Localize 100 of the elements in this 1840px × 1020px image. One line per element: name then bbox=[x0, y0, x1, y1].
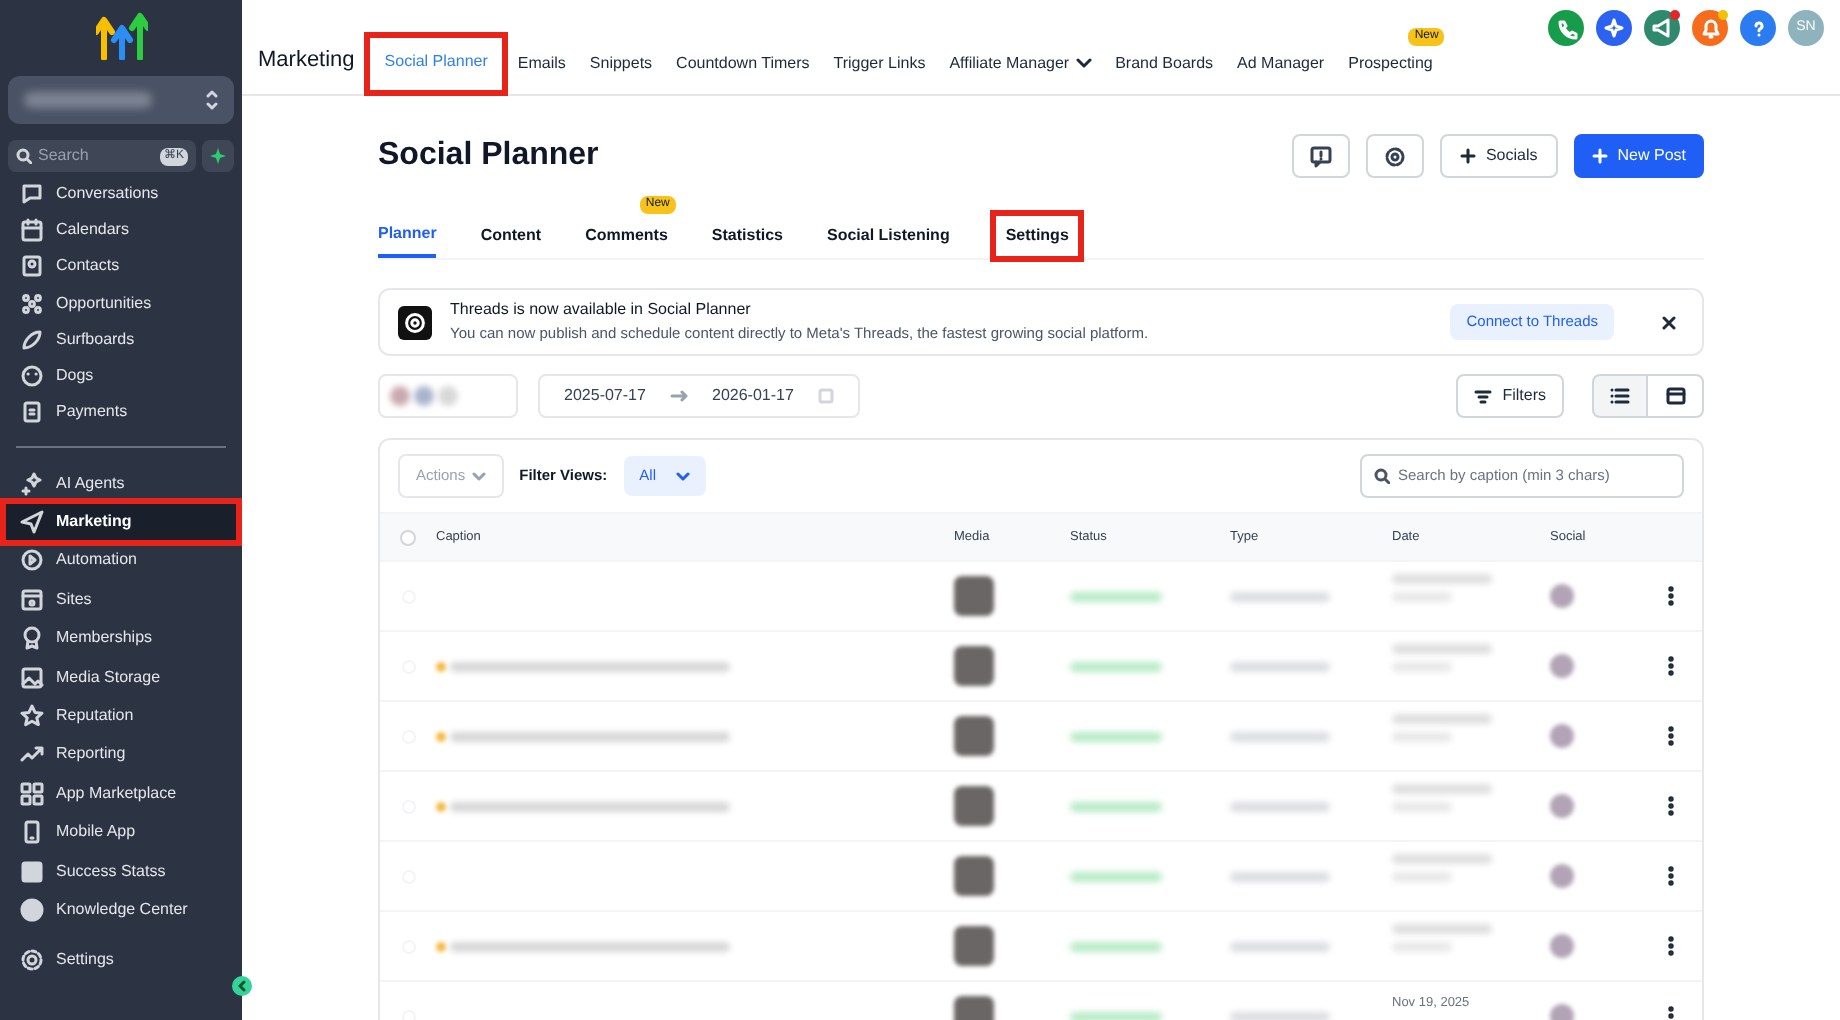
sidebar-item[interactable]: Media Storage bbox=[4, 657, 238, 697]
social-avatar bbox=[1550, 584, 1574, 608]
blurred-type bbox=[1230, 801, 1330, 811]
more-vertical-icon bbox=[1668, 726, 1674, 746]
nav-tab[interactable]: Countdown Timers bbox=[664, 34, 822, 94]
help-button[interactable] bbox=[1740, 10, 1776, 46]
chevron-updown-icon bbox=[206, 90, 218, 110]
nav-tab[interactable]: Snippets bbox=[577, 34, 665, 94]
sidebar-item[interactable]: App Marketplace bbox=[4, 774, 238, 814]
nav-tab[interactable]: Affiliate Manager bbox=[937, 34, 1104, 94]
sidebar-item[interactable]: Settings bbox=[0, 947, 242, 972]
sidebar-item[interactable]: Payments bbox=[4, 393, 238, 430]
banner-title: Threads is now available in Social Planner bbox=[450, 298, 753, 323]
view-toggle[interactable] bbox=[1648, 374, 1704, 418]
blurred-status bbox=[1070, 591, 1162, 601]
sidebar-item[interactable]: AI Agents bbox=[4, 464, 238, 503]
search-icon bbox=[1374, 468, 1390, 484]
blurred-account-name bbox=[24, 92, 152, 108]
end-date: 2026-01-17 bbox=[712, 384, 794, 408]
socials-button[interactable]: Socials bbox=[1439, 134, 1558, 178]
page-tab[interactable]: Statistics bbox=[711, 214, 783, 258]
sidebar-item[interactable]: Memberships bbox=[4, 619, 238, 658]
blurred-status bbox=[1070, 661, 1162, 671]
close-icon bbox=[1661, 315, 1675, 329]
sidebar-item[interactable]: Dogs bbox=[4, 357, 238, 394]
page-tab[interactable]: Planner bbox=[378, 214, 437, 258]
new-post-button[interactable]: New Post bbox=[1573, 134, 1704, 178]
sidebar-item[interactable]: Mobile App bbox=[4, 813, 238, 852]
face-icon bbox=[20, 363, 44, 388]
blurred-type bbox=[1230, 941, 1330, 951]
blurred-date bbox=[1392, 574, 1492, 584]
sidebar-item[interactable]: Opportunities bbox=[4, 284, 238, 322]
sidebar-item[interactable]: Success Statss bbox=[4, 851, 238, 891]
quick-action-button[interactable] bbox=[202, 140, 234, 172]
chevron-down-icon bbox=[676, 471, 690, 481]
sparkle-button[interactable] bbox=[1596, 10, 1632, 46]
social-avatar bbox=[1550, 934, 1574, 958]
nav-tab[interactable]: Ad Manager bbox=[1225, 34, 1337, 94]
blurred-status bbox=[1070, 1011, 1162, 1020]
sidebar-item[interactable]: Knowledge Center bbox=[4, 890, 238, 930]
sidebar-item[interactable]: Marketing bbox=[4, 502, 238, 542]
sidebar-item[interactable]: Automation bbox=[4, 541, 238, 581]
more-vertical-icon bbox=[1668, 936, 1674, 956]
view-toggle[interactable] bbox=[1592, 374, 1648, 418]
blurred-status bbox=[1070, 731, 1162, 741]
sidebar-item[interactable]: Contacts bbox=[4, 248, 238, 285]
sidebar-item[interactable]: Sites bbox=[4, 580, 238, 620]
checkbox[interactable] bbox=[400, 529, 416, 545]
sidebar-item[interactable]: Surfboards bbox=[4, 321, 238, 358]
megaphone-button[interactable] bbox=[1644, 10, 1680, 46]
account-switcher[interactable] bbox=[8, 76, 234, 124]
collapse-button[interactable] bbox=[232, 976, 252, 996]
contact-card-icon bbox=[20, 254, 44, 279]
page-title: Social Planner bbox=[378, 136, 599, 176]
social-avatar bbox=[1550, 864, 1574, 888]
blurred-status bbox=[1070, 801, 1162, 811]
more-vertical-icon bbox=[1668, 866, 1674, 886]
media-thumbnail bbox=[954, 786, 994, 826]
date-range-field[interactable]: 2025-07-17 2026-01-17 bbox=[538, 374, 860, 418]
bell-button[interactable] bbox=[1692, 10, 1728, 46]
more-vertical-icon bbox=[1668, 796, 1674, 816]
play-circle-icon bbox=[20, 548, 44, 573]
filters-button[interactable]: Filters bbox=[1456, 374, 1564, 418]
chevron-down-icon bbox=[471, 471, 486, 481]
calendar-icon bbox=[20, 218, 44, 243]
chat-bubble-button[interactable] bbox=[1291, 134, 1350, 178]
list-icon bbox=[1610, 386, 1630, 406]
blurred-type bbox=[1230, 661, 1330, 671]
media-thumbnail bbox=[954, 926, 994, 966]
leaf-icon bbox=[20, 327, 44, 352]
sidebar-item[interactable]: Reporting bbox=[4, 735, 238, 775]
page-tab[interactable]: Social Listening bbox=[826, 214, 950, 258]
page-tab[interactable]: Settings bbox=[993, 214, 1081, 258]
media-thumbnail bbox=[954, 576, 994, 616]
receipt-icon bbox=[20, 399, 44, 424]
blurred-type bbox=[1230, 871, 1330, 881]
sidebar-item[interactable]: Reputation bbox=[4, 696, 238, 736]
phone-button[interactable] bbox=[1548, 10, 1584, 46]
nav-tab[interactable]: Brand Boards bbox=[1103, 34, 1226, 94]
blurred-status bbox=[1070, 871, 1162, 881]
sidebar-item[interactable]: Calendars bbox=[4, 212, 238, 249]
sidebar-item[interactable]: Conversations bbox=[4, 176, 238, 213]
sparkle-icon bbox=[210, 148, 226, 164]
blurred-emoji bbox=[436, 941, 446, 951]
blurred-date bbox=[1392, 714, 1492, 724]
blurred-status bbox=[1070, 941, 1162, 951]
badge-icon bbox=[20, 626, 44, 651]
media-thumbnail bbox=[954, 856, 994, 896]
sparkle-icon bbox=[1603, 17, 1625, 39]
nav-tab[interactable]: Emails bbox=[505, 34, 578, 94]
chat-bubble-icon bbox=[20, 182, 44, 207]
blurred-date bbox=[1392, 924, 1492, 934]
page-tab[interactable]: Content bbox=[480, 214, 542, 258]
blurred-emoji bbox=[436, 731, 446, 741]
media-thumbnail bbox=[954, 646, 994, 686]
nav-tab[interactable]: Social Planner bbox=[366, 34, 506, 94]
blurred-type bbox=[1230, 591, 1330, 601]
dots-grid-icon bbox=[20, 291, 44, 315]
page-tab[interactable]: Comments bbox=[585, 214, 668, 258]
nav-tab[interactable]: Trigger Links bbox=[821, 34, 938, 94]
